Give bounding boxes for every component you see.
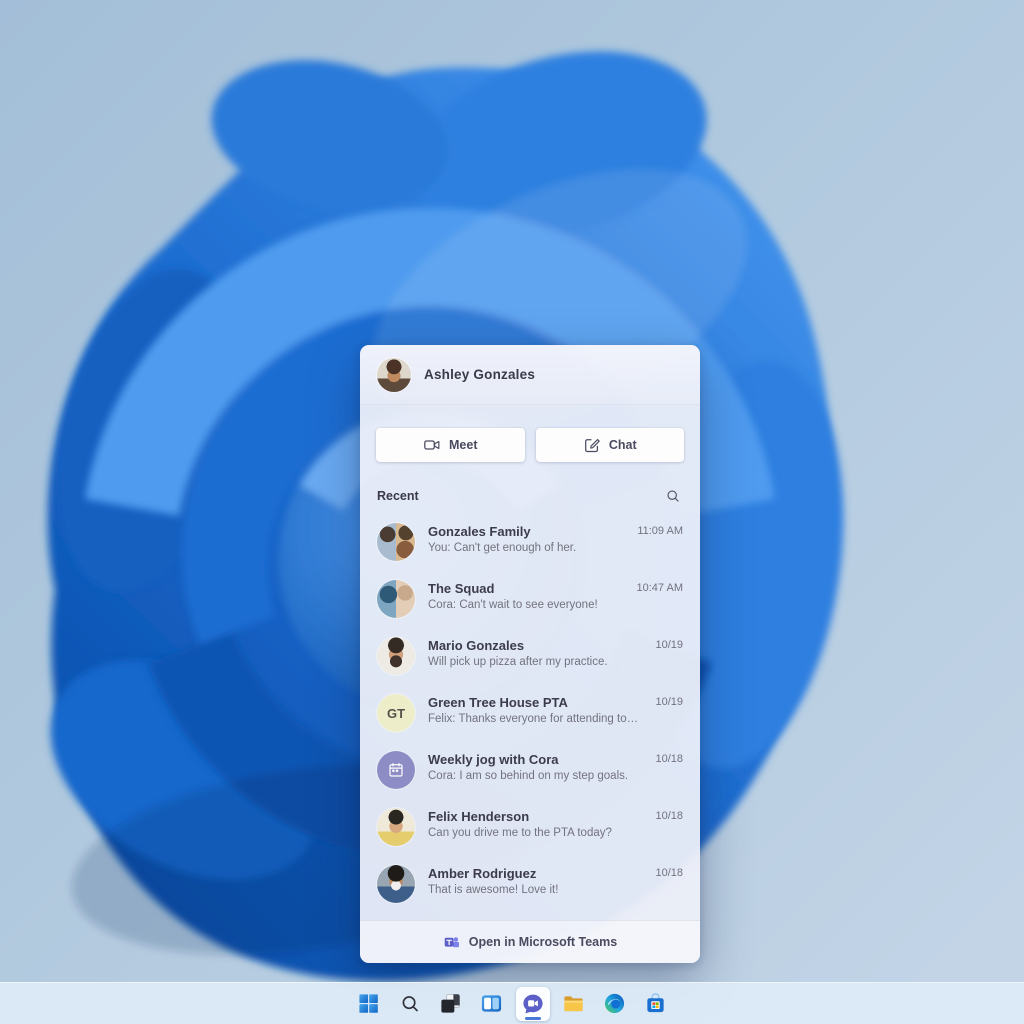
microsoft-store-button[interactable] (639, 987, 673, 1021)
conversation-texts: Gonzales Family You: Can't get enough of… (428, 523, 624, 554)
conversation-avatar (377, 865, 415, 903)
conversation-preview: Felix: Thanks everyone for attending tod… (428, 713, 642, 725)
recent-title: Recent (377, 489, 419, 503)
conversation-avatar (377, 808, 415, 846)
conversation-preview: Cora: I am so behind on my step goals. (428, 770, 642, 782)
video-camera-icon (423, 436, 441, 454)
conversation-row[interactable]: Gonzales Family You: Can't get enough of… (360, 515, 700, 572)
file-explorer-button[interactable] (557, 987, 591, 1021)
chat-taskbar-button[interactable] (516, 987, 550, 1021)
search-button[interactable] (663, 486, 683, 506)
conversation-time: 11:09 AM (637, 523, 683, 537)
conversation-time: 10/19 (655, 694, 683, 708)
conversation-name: Green Tree House PTA (428, 695, 642, 710)
user-name: Ashley Gonzales (424, 367, 535, 382)
search-icon (399, 993, 421, 1015)
conversation-preview: Can you drive me to the PTA today? (428, 827, 642, 839)
open-in-teams-button[interactable]: Open in Microsoft Teams (360, 920, 700, 963)
compose-icon (583, 436, 601, 454)
conversation-row[interactable]: Amber Rodriguez That is awesome! Love it… (360, 857, 700, 914)
teams-icon (443, 934, 460, 951)
conversation-name: Felix Henderson (428, 809, 642, 824)
conversation-texts: Weekly jog with Cora Cora: I am so behin… (428, 751, 642, 782)
taskbar (0, 982, 1024, 1024)
conversation-texts: Amber Rodriguez That is awesome! Love it… (428, 865, 642, 896)
search-icon (665, 488, 681, 504)
meet-button-label: Meet (449, 438, 477, 452)
start-button[interactable] (352, 987, 386, 1021)
conversation-preview: You: Can't get enough of her. (428, 542, 624, 554)
conversation-preview: That is awesome! Love it! (428, 884, 642, 896)
edge-button[interactable] (598, 987, 632, 1021)
conversation-row[interactable]: GT Green Tree House PTA Felix: Thanks ev… (360, 686, 700, 743)
windows-start-icon (357, 992, 380, 1015)
microsoft-store-icon (644, 992, 667, 1015)
conversation-texts: Felix Henderson Can you drive me to the … (428, 808, 642, 839)
task-view-button[interactable] (434, 987, 468, 1021)
calendar-avatar-icon (377, 751, 415, 789)
conversation-row[interactable]: The Squad Cora: Can't wait to see everyo… (360, 572, 700, 629)
conversation-time: 10/18 (655, 865, 683, 879)
flyout-header: Ashley Gonzales (360, 345, 700, 405)
conversation-avatar (377, 580, 415, 618)
conversation-row[interactable]: Felix Henderson Can you drive me to the … (360, 800, 700, 857)
edge-icon (603, 992, 626, 1015)
conversation-time: 10/18 (655, 751, 683, 765)
conversation-time: 10:47 AM (637, 580, 683, 594)
conversation-row[interactable]: Mario Gonzales Will pick up pizza after … (360, 629, 700, 686)
conversation-name: The Squad (428, 581, 624, 596)
chat-button-label: Chat (609, 438, 637, 452)
conversation-texts: Mario Gonzales Will pick up pizza after … (428, 637, 642, 668)
open-in-teams-label: Open in Microsoft Teams (469, 935, 617, 949)
conversation-row[interactable]: Weekly jog with Cora Cora: I am so behin… (360, 743, 700, 800)
conversation-name: Amber Rodriguez (428, 866, 642, 881)
conversation-texts: The Squad Cora: Can't wait to see everyo… (428, 580, 624, 611)
teams-chat-flyout: Ashley Gonzales Meet Chat Recent Gonzale… (360, 345, 700, 963)
user-avatar[interactable] (377, 358, 411, 392)
conversation-time: 10/19 (655, 637, 683, 651)
recent-row: Recent (360, 473, 700, 513)
widgets-button[interactable] (475, 987, 509, 1021)
action-row: Meet Chat (360, 405, 700, 473)
folder-icon (562, 992, 585, 1015)
chat-button[interactable]: Chat (536, 428, 685, 462)
conversation-list: Gonzales Family You: Can't get enough of… (360, 513, 700, 920)
conversation-time: 10/18 (655, 808, 683, 822)
conversation-avatar (377, 523, 415, 561)
conversation-name: Gonzales Family (428, 524, 624, 539)
conversation-name: Mario Gonzales (428, 638, 642, 653)
teams-chat-icon (521, 992, 545, 1016)
search-taskbar-button[interactable] (393, 987, 427, 1021)
meet-button[interactable]: Meet (376, 428, 525, 462)
conversation-preview: Will pick up pizza after my practice. (428, 656, 642, 668)
conversation-name: Weekly jog with Cora (428, 752, 642, 767)
conversation-preview: Cora: Can't wait to see everyone! (428, 599, 624, 611)
widgets-icon (480, 992, 503, 1015)
conversation-avatar (377, 637, 415, 675)
conversation-avatar: GT (377, 694, 415, 732)
task-view-icon (439, 992, 462, 1015)
conversation-texts: Green Tree House PTA Felix: Thanks every… (428, 694, 642, 725)
